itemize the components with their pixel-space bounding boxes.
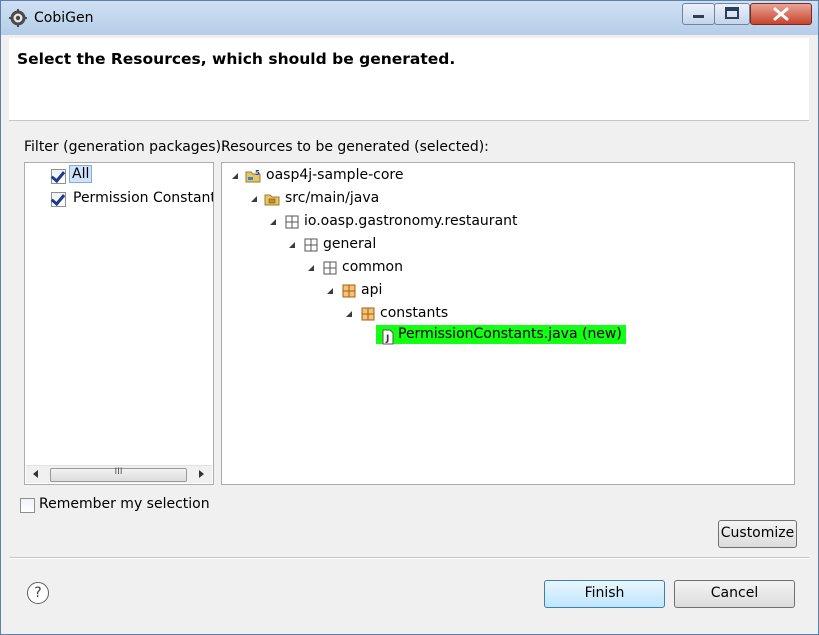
java-file-icon: J: [382, 329, 394, 345]
resource-tree[interactable]: 5 oasp4j-sample-core src/main/java io.oa…: [221, 162, 795, 485]
tree-node-label: io.oasp.gastronomy.restaurant: [304, 213, 518, 229]
filter-label: Filter (generation packages):: [24, 139, 226, 155]
close-window-button[interactable]: [750, 3, 812, 25]
filter-all-checkbox[interactable]: [51, 169, 66, 184]
horizontal-scrollbar[interactable]: III: [26, 465, 212, 483]
project-icon: 5: [245, 169, 261, 183]
button-bar-separator: [9, 557, 809, 559]
package-icon: [285, 215, 299, 229]
finish-button[interactable]: Finish: [544, 580, 665, 608]
source-folder-icon: [264, 194, 280, 206]
filter-item-label: Permission Constants: [73, 190, 214, 206]
tree-node-java-file[interactable]: J PermissionConstants.java (new): [376, 325, 626, 348]
package-icon: [361, 307, 375, 321]
minimize-button[interactable]: [682, 3, 715, 25]
filter-item-label: All: [69, 165, 93, 183]
page-title: Select the Resources, which should be ge…: [17, 50, 456, 68]
tree-node-label: general: [323, 236, 377, 252]
tree-node-label: oasp4j-sample-core: [266, 167, 404, 183]
scrollbar-thumb[interactable]: III: [50, 467, 187, 482]
help-icon[interactable]: ?: [27, 582, 49, 604]
collapse-arrow-icon[interactable]: [251, 196, 257, 202]
window-title: CobiGen: [34, 10, 94, 26]
package-icon: [304, 238, 318, 252]
scrollbar-grip: III: [114, 467, 123, 477]
scroll-right-arrow-icon[interactable]: [199, 470, 204, 478]
filter-permission-constants-checkbox[interactable]: [51, 192, 66, 207]
remember-selection-checkbox[interactable]: [20, 498, 35, 513]
scroll-left-arrow-icon[interactable]: [33, 470, 38, 478]
cancel-button[interactable]: Cancel: [674, 580, 795, 608]
svg-text:5: 5: [255, 169, 260, 177]
tree-node-label: src/main/java: [285, 190, 380, 206]
wizard-header: Select the Resources, which should be ge…: [9, 38, 809, 121]
resources-label: Resources to be generated (selected):: [221, 139, 489, 155]
maximize-icon: [725, 7, 739, 19]
collapse-arrow-icon[interactable]: [232, 173, 238, 179]
collapse-arrow-icon[interactable]: [308, 265, 314, 271]
collapse-arrow-icon[interactable]: [270, 219, 276, 225]
cobigen-dialog: CobiGen Select the Resources, which shou…: [0, 0, 819, 635]
filter-list[interactable]: All Permission Constants III: [24, 162, 214, 485]
tree-node-label: api: [361, 282, 383, 298]
tree-node-label: PermissionConstants.java (new): [398, 326, 622, 342]
svg-text:J: J: [385, 334, 389, 344]
maximize-button[interactable]: [714, 3, 750, 25]
tree-node-label: common: [342, 259, 403, 275]
cobigen-app-icon: [9, 9, 27, 27]
title-bar[interactable]: CobiGen: [1, 1, 818, 35]
filter-item-permission-constants[interactable]: Permission Constants: [25, 188, 214, 208]
remember-selection-label[interactable]: Remember my selection: [39, 496, 210, 512]
collapse-arrow-icon[interactable]: [346, 311, 352, 317]
minimize-icon: [693, 15, 704, 18]
tree-node-label: constants: [380, 305, 449, 321]
collapse-arrow-icon[interactable]: [327, 288, 333, 294]
filter-item-all[interactable]: All: [25, 165, 211, 185]
customize-button[interactable]: Customize: [718, 520, 797, 548]
new-file-highlight: J PermissionConstants.java (new): [376, 325, 626, 345]
package-icon: [323, 261, 337, 275]
collapse-arrow-icon[interactable]: [289, 242, 295, 248]
close-icon: [773, 7, 789, 21]
package-icon: [342, 284, 356, 298]
